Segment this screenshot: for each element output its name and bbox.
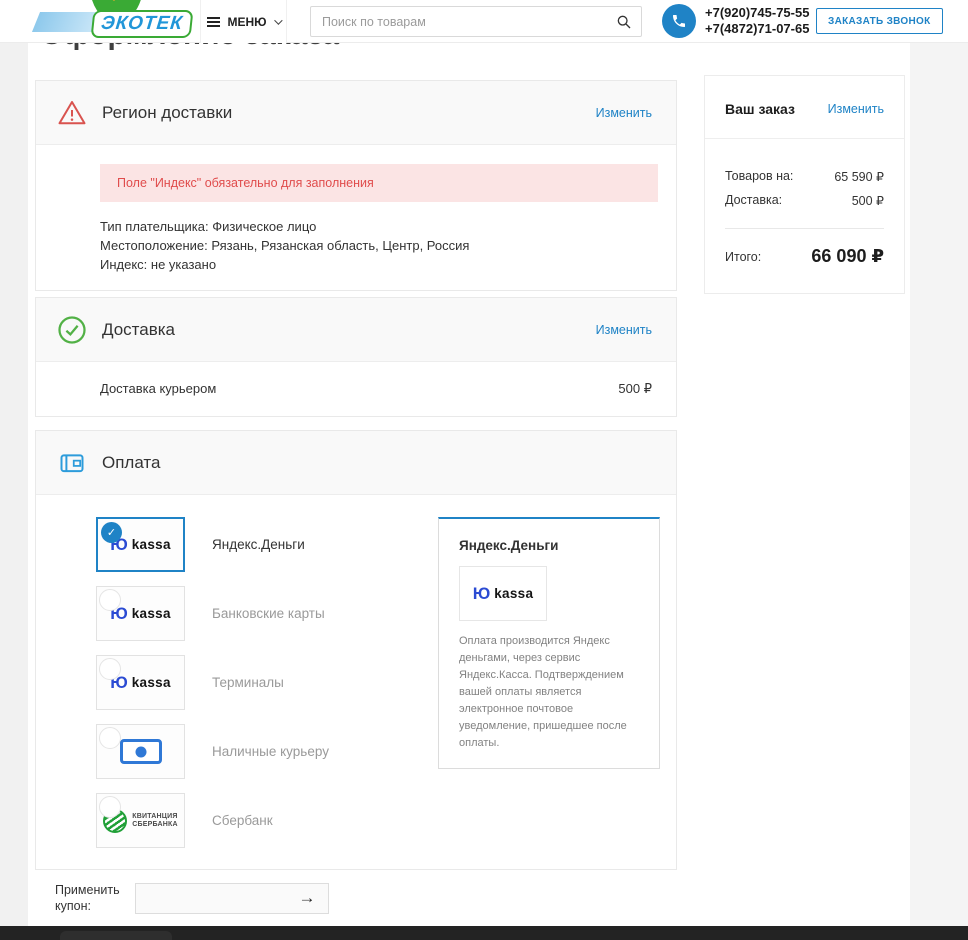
footer-decoration [60, 931, 172, 940]
payment-option-terminals[interactable]: Ю kassa [96, 655, 185, 710]
coupon-field: → [135, 883, 329, 914]
phone-block: +7(920)745-75-55 +7(4872)71-07-65 [662, 4, 809, 38]
location-line: Местоположение: Рязань, Рязанская област… [100, 236, 658, 255]
payment-option-label[interactable]: Яндекс.Деньги [212, 537, 305, 552]
chevron-down-icon [274, 16, 282, 24]
coupon-row: Применить купон: → [35, 882, 329, 914]
logo-text: ЭКОТЕК [91, 10, 194, 38]
summary-row-value: 65 590 ₽ [834, 169, 884, 184]
order-summary-panel: Ваш заказ Изменить Товаров на: 65 590 ₽ … [704, 75, 905, 294]
right-gutter [910, 43, 968, 926]
phone-number-2[interactable]: +7(4872)71-07-65 [705, 21, 809, 37]
section-delivery-title: Доставка [102, 320, 175, 340]
payment-detail-title: Яндекс.Деньги [459, 538, 639, 553]
yookassa-logo: Ю kassa [110, 604, 171, 624]
radio-unchecked-icon [99, 658, 121, 680]
section-payment-title: Оплата [102, 453, 160, 473]
payment-option-sberbank[interactable]: КВИТАНЦИЯ СБЕРБАНКА [96, 793, 185, 848]
check-badge-icon: ✓ [101, 522, 122, 543]
search-icon[interactable] [607, 14, 641, 30]
order-summary-body: Товаров на: 65 590 ₽ Доставка: 500 ₽ Ито… [705, 139, 904, 293]
left-gutter [0, 43, 28, 926]
section-region-title: Регион доставки [102, 103, 232, 123]
hamburger-icon [207, 21, 220, 23]
logo[interactable]: ЭКОТЕК [36, 0, 191, 42]
payment-method-row: Наличные курьеру [96, 724, 329, 779]
payment-method-row: Ю kassa Терминалы [96, 655, 329, 710]
banknote-icon [120, 739, 162, 764]
payment-method-row: ✓ Ю kassa Яндекс.Деньги [96, 517, 329, 572]
warning-icon [57, 98, 87, 128]
search-box [310, 6, 642, 37]
section-delivery-body: Доставка курьером 500 ₽ [36, 362, 676, 416]
checkout-page: Оформление заказа ЭКОТЕК МЕНЮ +7(920 [0, 0, 968, 940]
payment-method-row: Ю kassa Банковские карты [96, 586, 329, 641]
radio-unchecked-icon [99, 589, 121, 611]
delivery-price: 500 ₽ [618, 381, 652, 397]
payment-option-bank-cards[interactable]: Ю kassa [96, 586, 185, 641]
section-region-body: Поле "Индекс" обязательно для заполнения… [36, 145, 676, 290]
payment-detail-logo-box: Ю kassa [459, 566, 547, 621]
summary-total-value: 66 090 ₽ [811, 246, 884, 267]
payment-option-cash-courier[interactable] [96, 724, 185, 779]
summary-row-label: Товаров на: [725, 169, 793, 184]
section-region-header: Регион доставки Изменить [36, 81, 676, 145]
menu-button[interactable]: МЕНЮ [200, 0, 287, 43]
green-check-circle-icon [57, 315, 87, 345]
order-summary-header: Ваш заказ Изменить [705, 76, 904, 139]
error-message: Поле "Индекс" обязательно для заполнения [100, 164, 658, 202]
delivery-method: Доставка курьером [100, 381, 216, 397]
coupon-input[interactable] [136, 891, 286, 906]
payment-methods-list: ✓ Ю kassa Яндекс.Деньги Ю kassa [96, 517, 329, 862]
summary-total-row: Итого: 66 090 ₽ [725, 246, 884, 267]
summary-row-delivery: Доставка: 500 ₽ [725, 193, 884, 208]
payment-option-label[interactable]: Наличные курьеру [212, 744, 329, 759]
radio-unchecked-icon [99, 796, 121, 818]
coupon-label: Применить купон: [55, 882, 127, 914]
payment-detail-description: Оплата производится Яндекс деньгами, чер… [459, 633, 639, 752]
menu-button-label: МЕНЮ [227, 15, 266, 29]
radio-unchecked-icon [99, 727, 121, 749]
section-region: Регион доставки Изменить Поле "Индекс" о… [35, 80, 677, 291]
phone-numbers: +7(920)745-75-55 +7(4872)71-07-65 [705, 5, 809, 37]
footer [0, 926, 968, 940]
header: ЭКОТЕК МЕНЮ +7(920)745-75-55 +7(4872)71-… [0, 0, 968, 43]
payer-type-line: Тип плательщика: Физическое лицо [100, 217, 658, 236]
phone-number-1[interactable]: +7(920)745-75-55 [705, 5, 809, 21]
section-payment-body: ✓ Ю kassa Яндекс.Деньги Ю kassa [36, 495, 676, 870]
zip-line: Индекс: не указано [100, 255, 658, 274]
summary-total-label: Итого: [725, 250, 761, 264]
section-delivery-header: Доставка Изменить [36, 298, 676, 362]
order-summary-title: Ваш заказ [725, 101, 795, 117]
summary-row-label: Доставка: [725, 193, 782, 208]
payment-option-yandex-money[interactable]: ✓ Ю kassa [96, 517, 185, 572]
payment-method-row: КВИТАНЦИЯ СБЕРБАНКА Сбербанк [96, 793, 329, 848]
callback-button[interactable]: ЗАКАЗАТЬ ЗВОНОК [816, 8, 943, 34]
sberbank-logo-text: КВИТАНЦИЯ СБЕРБАНКА [132, 813, 177, 829]
section-payment-header: Оплата [36, 431, 676, 495]
wallet-icon [57, 448, 87, 478]
summary-row-value: 500 ₽ [852, 193, 884, 208]
payment-option-label[interactable]: Банковские карты [212, 606, 325, 621]
summary-divider [725, 228, 884, 229]
yookassa-logo: Ю kassa [110, 673, 171, 693]
section-payment: Оплата ✓ Ю kassa Яндекс.Деньги [35, 430, 677, 870]
region-change-link[interactable]: Изменить [596, 106, 652, 120]
summary-row-items: Товаров на: 65 590 ₽ [725, 169, 884, 184]
order-change-link[interactable]: Изменить [828, 102, 884, 116]
yookassa-logo: Ю kassa [473, 584, 534, 604]
section-delivery: Доставка Изменить Доставка курьером 500 … [35, 297, 677, 417]
payment-option-label[interactable]: Сбербанк [212, 813, 273, 828]
phone-icon [662, 4, 696, 38]
search-input[interactable] [311, 15, 607, 29]
delivery-change-link[interactable]: Изменить [596, 323, 652, 337]
payment-detail-panel: Яндекс.Деньги Ю kassa Оплата производитс… [438, 517, 660, 769]
payment-option-label[interactable]: Терминалы [212, 675, 284, 690]
coupon-submit-button[interactable]: → [286, 884, 328, 913]
